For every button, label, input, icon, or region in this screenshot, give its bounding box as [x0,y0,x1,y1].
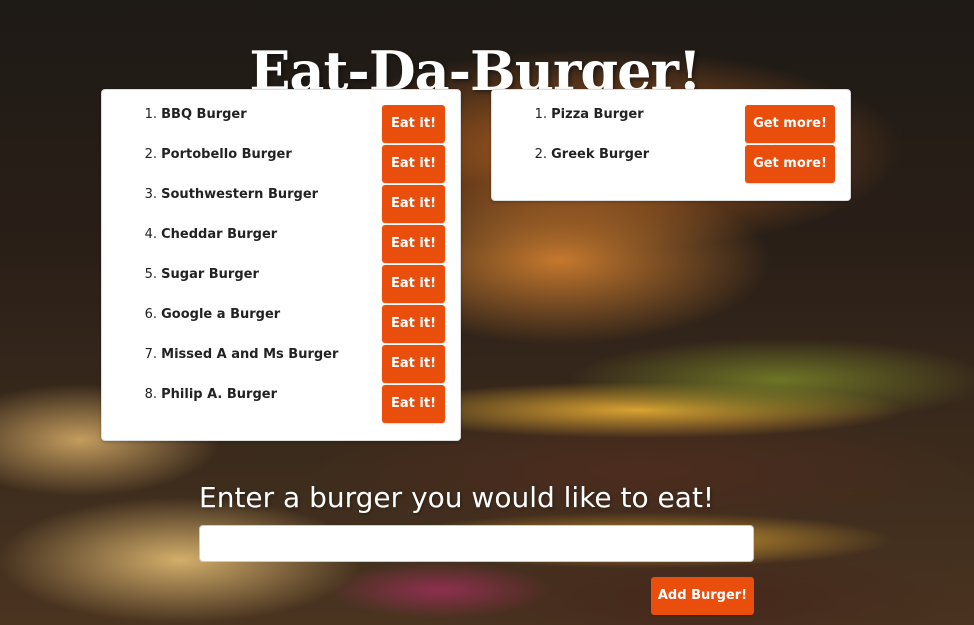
eat-it-button[interactable]: Eat it! [382,265,445,303]
item-number: 2. [534,147,547,162]
uneaten-burgers-panel: 1. BBQ Burger Eat it! 2. Portobello Burg… [101,89,461,441]
burger-name-input[interactable] [199,525,754,562]
eat-it-button[interactable]: Eat it! [382,105,445,143]
list-item: 7. Missed A and Ms Burger Eat it! [102,345,445,385]
burger-name: BBQ Burger [161,107,247,122]
list-item: 2. Portobello Burger Eat it! [102,145,445,185]
list-item: 5. Sugar Burger Eat it! [102,265,445,305]
item-number: 8. [144,387,157,402]
list-item: 6. Google a Burger Eat it! [102,305,445,345]
eat-it-button[interactable]: Eat it! [382,185,445,223]
list-item: 8. Philip A. Burger Eat it! [102,385,445,425]
item-number: 3. [144,187,157,202]
item-number: 4. [144,227,157,242]
burger-name: Cheddar Burger [161,227,278,242]
eat-it-button[interactable]: Eat it! [382,345,445,383]
list-item: 3. Southwestern Burger Eat it! [102,185,445,225]
burger-name: Southwestern Burger [161,187,319,202]
item-number: 1. [534,107,547,122]
list-item: 4. Cheddar Burger Eat it! [102,225,445,265]
burger-name: Sugar Burger [161,267,259,282]
burger-name: Philip A. Burger [161,387,277,402]
get-more-button[interactable]: Get more! [745,105,835,143]
item-number: 6. [144,307,157,322]
item-number: 2. [144,147,157,162]
burger-name: Google a Burger [161,307,281,322]
item-number: 5. [144,267,157,282]
list-item: 1. Pizza Burger Get more! [492,105,835,145]
uneaten-burgers-list: 1. BBQ Burger Eat it! 2. Portobello Burg… [102,90,460,425]
eat-it-button[interactable]: Eat it! [382,305,445,343]
get-more-button[interactable]: Get more! [745,145,835,183]
burger-name: Greek Burger [551,147,650,162]
eat-it-button[interactable]: Eat it! [382,385,445,423]
item-number: 7. [144,347,157,362]
eaten-burgers-list: 1. Pizza Burger Get more! 2. Greek Burge… [492,90,850,185]
eat-it-button[interactable]: Eat it! [382,225,445,263]
burger-name: Portobello Burger [161,147,292,162]
burger-name: Missed A and Ms Burger [161,347,339,362]
eat-it-button[interactable]: Eat it! [382,145,445,183]
add-burger-button[interactable]: Add Burger! [651,577,754,615]
list-item: 1. BBQ Burger Eat it! [102,105,445,145]
list-item: 2. Greek Burger Get more! [492,145,835,185]
burger-name: Pizza Burger [551,107,644,122]
item-number: 1. [144,107,157,122]
eaten-burgers-panel: 1. Pizza Burger Get more! 2. Greek Burge… [491,89,851,201]
burger-form-label: Enter a burger you would like to eat! [199,481,715,514]
